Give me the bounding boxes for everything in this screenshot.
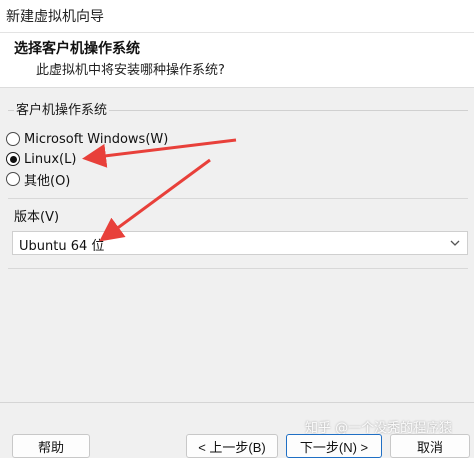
annotation-arrow-version — [99, 158, 211, 242]
annotation-overlay — [82, 138, 237, 242]
annotation-arrow-linux — [82, 138, 237, 168]
